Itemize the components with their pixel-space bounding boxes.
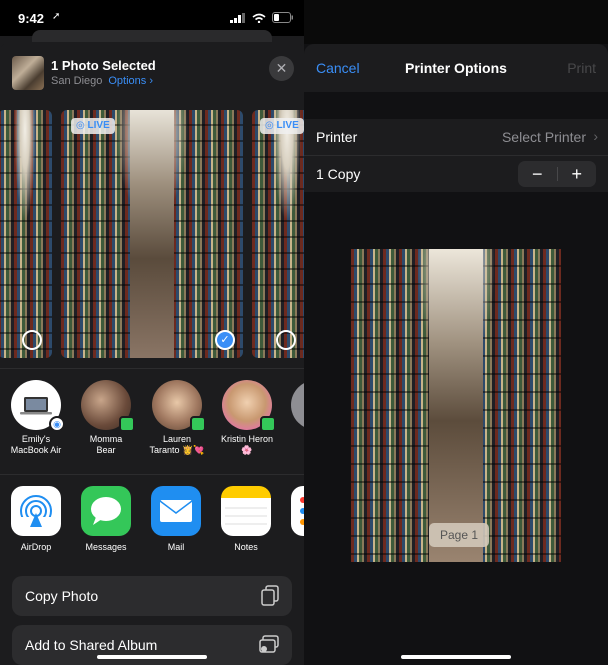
photo-carousel[interactable]: ◎ LIVE ✓ ◎ LIVE	[0, 110, 304, 358]
background-top	[304, 0, 608, 44]
messages-badge-icon	[119, 416, 135, 432]
options-link[interactable]: Options ›	[108, 75, 153, 87]
app-notes[interactable]: Notes	[211, 486, 281, 552]
share-header: 1 Photo Selected San Diego Options › ✕	[0, 42, 304, 104]
avatar	[152, 380, 206, 432]
app-label: Re	[281, 542, 304, 552]
page-preview[interactable]: Page 1	[351, 249, 561, 562]
person-name: Lauren Taranto 👸💘	[149, 434, 205, 455]
avatar	[291, 380, 304, 430]
printer-options-panel: Cancel Printer Options Print Printer Sel…	[304, 0, 608, 665]
app-reminders[interactable]: Re	[281, 486, 304, 552]
divider	[0, 474, 304, 475]
home-indicator	[97, 655, 207, 659]
photo-item-selected[interactable]: ◎ LIVE ✓	[61, 110, 243, 358]
person-lauren-taranto[interactable]: Lauren Taranto 👸💘	[139, 380, 215, 456]
live-label: LIVE	[276, 120, 299, 131]
messages-icon	[81, 486, 131, 536]
apps-row: AirDrop Messages Mail Notes	[0, 486, 304, 556]
status-time: 9:42	[18, 11, 45, 26]
add-to-shared-album-action[interactable]: Add to Shared Album	[12, 625, 292, 665]
reminders-icon	[291, 486, 304, 536]
copies-stepper[interactable]: − +	[518, 161, 596, 187]
messages-badge-icon	[260, 416, 276, 432]
photo-item[interactable]: ◎ LIVE	[252, 110, 304, 358]
share-sheet-panel: 9:42 ➚ 1 Photo Selected San Diego Option…	[0, 0, 304, 665]
printer-label: Printer	[316, 129, 358, 145]
app-label: Mail	[167, 542, 185, 552]
location-arrow-icon: ➚	[52, 11, 61, 22]
live-badge: ◎ LIVE	[71, 118, 115, 134]
page-title: Printer Options	[405, 60, 507, 76]
share-title: 1 Photo Selected	[51, 58, 156, 73]
airdrop-icon	[11, 486, 61, 536]
person-partial[interactable]: F	[278, 380, 304, 445]
nav-bar: Cancel Printer Options Print	[304, 44, 608, 92]
app-label: Notes	[234, 542, 258, 552]
increment-button[interactable]: +	[558, 161, 597, 187]
live-badge: ◎ LIVE	[260, 118, 304, 134]
battery-icon	[272, 12, 293, 23]
person-momma-bear[interactable]: Momma Bear	[68, 380, 144, 456]
copy-photo-action[interactable]: Copy Photo	[12, 576, 292, 616]
selected-photo-thumbnail	[12, 56, 44, 90]
selected-checkmark[interactable]: ✓	[215, 330, 235, 350]
copies-label: 1 Copy	[316, 166, 361, 182]
printer-value: Select Printer	[501, 129, 586, 145]
signal-icon	[230, 12, 245, 23]
avatar	[222, 380, 276, 432]
home-indicator	[401, 655, 511, 659]
app-airdrop[interactable]: AirDrop	[1, 486, 71, 552]
preview-aisle	[428, 249, 484, 562]
share-sheet: 1 Photo Selected San Diego Options › ✕ ◎…	[0, 42, 304, 665]
avatar	[81, 380, 135, 432]
photo-aisle	[130, 110, 174, 358]
copies-row: 1 Copy − +	[304, 156, 608, 192]
airdrop-badge-icon: ◉	[49, 416, 65, 432]
person-name: Momma Bear	[89, 434, 123, 455]
select-circle[interactable]	[22, 330, 42, 350]
notes-icon	[221, 486, 271, 536]
print-button[interactable]: Print	[567, 60, 596, 76]
copy-icon	[261, 585, 279, 606]
close-button[interactable]: ✕	[269, 56, 294, 81]
shared-album-icon	[259, 635, 279, 653]
app-mail[interactable]: Mail	[141, 486, 211, 552]
person-name: Kristin Heron 🌸	[220, 434, 274, 455]
page-label: Page 1	[429, 523, 489, 547]
printer-row[interactable]: Printer Select Printer ›	[304, 119, 608, 155]
divider	[0, 368, 304, 369]
person-name: Emily's MacBook Air	[10, 434, 62, 455]
person-name: F	[278, 434, 304, 445]
wifi-icon	[252, 13, 266, 23]
chevron-right-icon: ›	[593, 128, 598, 144]
background-sheet	[32, 30, 272, 42]
live-label: LIVE	[87, 120, 110, 131]
mail-icon	[151, 486, 201, 536]
close-icon: ✕	[275, 60, 288, 76]
people-row: ◉ Emily's MacBook Air Momma Bear Lauren Tar…	[0, 380, 304, 470]
action-label: Copy Photo	[25, 588, 99, 604]
app-messages[interactable]: Messages	[71, 486, 141, 552]
person-kristin-heron[interactable]: Kristin Heron 🌸	[209, 380, 285, 456]
avatar: ◉	[11, 380, 65, 432]
messages-badge-icon	[190, 416, 206, 432]
decrement-button[interactable]: −	[518, 161, 557, 187]
app-label: AirDrop	[20, 542, 52, 552]
photo-item[interactable]	[0, 110, 52, 358]
app-label: Messages	[85, 542, 127, 552]
photo-location: San Diego	[51, 75, 103, 87]
action-label: Add to Shared Album	[25, 637, 158, 653]
select-circle[interactable]	[276, 330, 296, 350]
person-emily-macbook[interactable]: ◉ Emily's MacBook Air	[0, 380, 74, 456]
